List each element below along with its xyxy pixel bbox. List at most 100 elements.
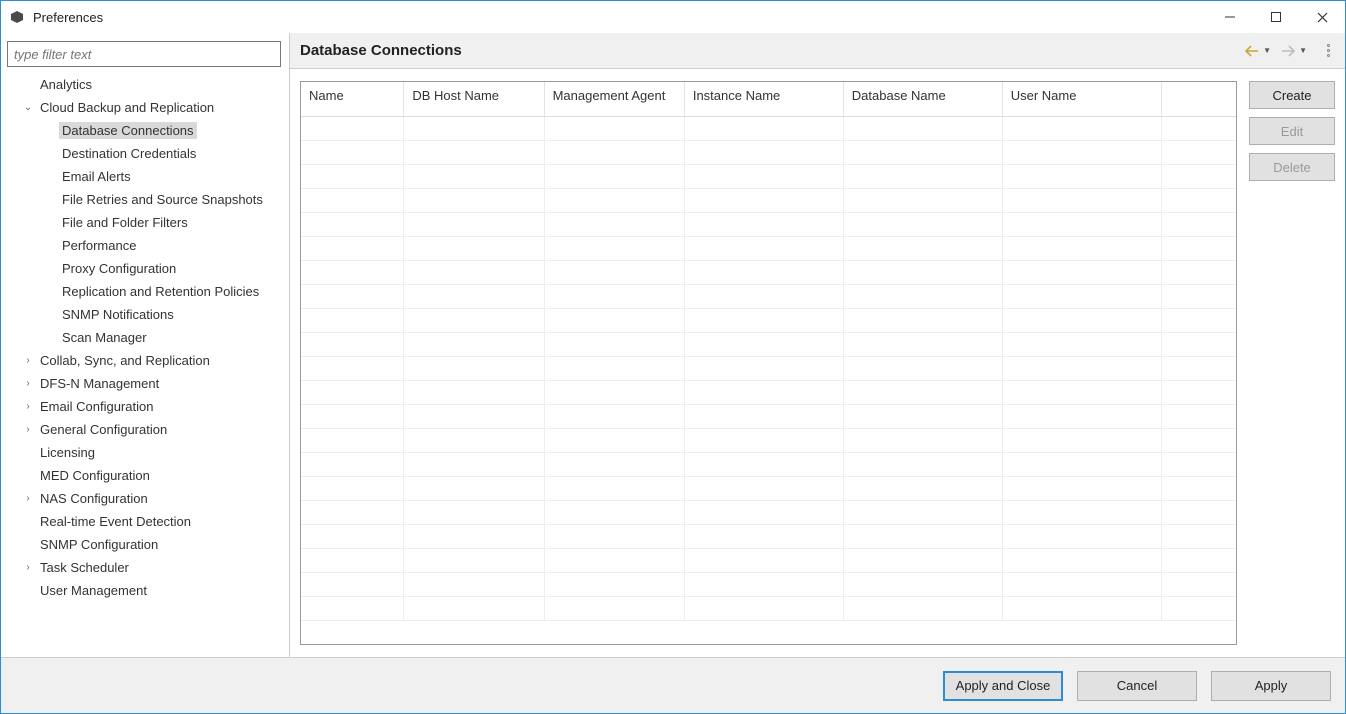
cancel-button[interactable]: Cancel xyxy=(1077,671,1197,701)
tree-item-label: Database Connections xyxy=(59,122,197,139)
chevron-right-icon[interactable]: › xyxy=(21,378,35,389)
tree-item[interactable]: File Retries and Source Snapshots xyxy=(7,188,283,211)
table-row[interactable] xyxy=(301,308,1236,332)
nav-back-icon[interactable] xyxy=(1243,42,1261,60)
sidebar: Analytics⌄Cloud Backup and ReplicationDa… xyxy=(1,33,289,657)
tree-item[interactable]: ›Task Scheduler xyxy=(7,556,283,579)
tree-item[interactable]: Proxy Configuration xyxy=(7,257,283,280)
table-row[interactable] xyxy=(301,404,1236,428)
table-row[interactable] xyxy=(301,140,1236,164)
tree-item-label: General Configuration xyxy=(37,421,170,438)
column-header[interactable]: User Name xyxy=(1002,82,1161,116)
chevron-right-icon[interactable]: › xyxy=(21,493,35,504)
tree-item-label: Scan Manager xyxy=(59,329,150,346)
table-row[interactable] xyxy=(301,572,1236,596)
tree-item[interactable]: Replication and Retention Policies xyxy=(7,280,283,303)
preferences-tree[interactable]: Analytics⌄Cloud Backup and ReplicationDa… xyxy=(7,73,283,649)
table-row[interactable] xyxy=(301,524,1236,548)
tree-item[interactable]: ›NAS Configuration xyxy=(7,487,283,510)
maximize-button[interactable] xyxy=(1253,1,1299,33)
tree-item[interactable]: Licensing xyxy=(7,441,283,464)
page-title: Database Connections xyxy=(300,42,462,59)
apply-and-close-button[interactable]: Apply and Close xyxy=(943,671,1063,701)
create-button[interactable]: Create xyxy=(1249,81,1335,109)
content-area: Database Connections ▼ ▼ NameDB Host Nam… xyxy=(289,33,1345,657)
tree-item-label: NAS Configuration xyxy=(37,490,151,507)
nav-forward-icon[interactable] xyxy=(1279,42,1297,60)
table-row[interactable] xyxy=(301,212,1236,236)
tree-item[interactable]: User Management xyxy=(7,579,283,602)
table-row[interactable] xyxy=(301,188,1236,212)
connections-table[interactable]: NameDB Host NameManagement AgentInstance… xyxy=(300,81,1237,645)
table-row[interactable] xyxy=(301,116,1236,140)
chevron-down-icon[interactable]: ⌄ xyxy=(21,102,35,113)
column-header[interactable] xyxy=(1161,82,1236,116)
view-menu-icon[interactable] xyxy=(1321,42,1335,60)
table-row[interactable] xyxy=(301,548,1236,572)
table-row[interactable] xyxy=(301,452,1236,476)
tree-item[interactable]: Database Connections xyxy=(7,119,283,142)
chevron-right-icon[interactable]: › xyxy=(21,562,35,573)
column-header[interactable]: Management Agent xyxy=(544,82,684,116)
table-row[interactable] xyxy=(301,596,1236,620)
tree-item[interactable]: ›Collab, Sync, and Replication xyxy=(7,349,283,372)
apply-button[interactable]: Apply xyxy=(1211,671,1331,701)
table-row[interactable] xyxy=(301,356,1236,380)
nav-back-menu[interactable]: ▼ xyxy=(1263,46,1271,55)
app-icon xyxy=(9,9,25,25)
tree-item-label: Email Configuration xyxy=(37,398,156,415)
content-header: Database Connections ▼ ▼ xyxy=(290,33,1345,69)
column-header[interactable]: Instance Name xyxy=(684,82,843,116)
minimize-button[interactable] xyxy=(1207,1,1253,33)
tree-item-label: DFS-N Management xyxy=(37,375,162,392)
tree-item-label: Proxy Configuration xyxy=(59,260,179,277)
table-row[interactable] xyxy=(301,164,1236,188)
table-row[interactable] xyxy=(301,284,1236,308)
tree-item-label: Real-time Event Detection xyxy=(37,513,194,530)
table-row[interactable] xyxy=(301,332,1236,356)
tree-item-label: Cloud Backup and Replication xyxy=(37,99,217,116)
table-row[interactable] xyxy=(301,500,1236,524)
window-title: Preferences xyxy=(33,10,103,25)
tree-item-label: Performance xyxy=(59,237,139,254)
tree-item[interactable]: Analytics xyxy=(7,73,283,96)
tree-item[interactable]: ⌄Cloud Backup and Replication xyxy=(7,96,283,119)
edit-button[interactable]: Edit xyxy=(1249,117,1335,145)
table-row[interactable] xyxy=(301,476,1236,500)
table-row[interactable] xyxy=(301,236,1236,260)
table-row[interactable] xyxy=(301,380,1236,404)
tree-item[interactable]: Destination Credentials xyxy=(7,142,283,165)
tree-item-label: MED Configuration xyxy=(37,467,153,484)
tree-item[interactable]: Email Alerts xyxy=(7,165,283,188)
chevron-right-icon[interactable]: › xyxy=(21,355,35,366)
delete-button[interactable]: Delete xyxy=(1249,153,1335,181)
titlebar: Preferences xyxy=(1,1,1345,33)
tree-item[interactable]: SNMP Configuration xyxy=(7,533,283,556)
tree-item[interactable]: ›Email Configuration xyxy=(7,395,283,418)
tree-item[interactable]: MED Configuration xyxy=(7,464,283,487)
tree-item[interactable]: ›DFS-N Management xyxy=(7,372,283,395)
column-header[interactable]: DB Host Name xyxy=(404,82,544,116)
tree-item[interactable]: Performance xyxy=(7,234,283,257)
tree-item-label: Email Alerts xyxy=(59,168,134,185)
table-row[interactable] xyxy=(301,428,1236,452)
tree-item-label: Analytics xyxy=(37,76,95,93)
close-button[interactable] xyxy=(1299,1,1345,33)
tree-item-label: File and Folder Filters xyxy=(59,214,191,231)
tree-item[interactable]: Scan Manager xyxy=(7,326,283,349)
column-header[interactable]: Name xyxy=(301,82,404,116)
table-row[interactable] xyxy=(301,260,1236,284)
chevron-right-icon[interactable]: › xyxy=(21,424,35,435)
dialog-footer: Apply and Close Cancel Apply xyxy=(1,657,1345,713)
chevron-right-icon[interactable]: › xyxy=(21,401,35,412)
tree-item-label: Destination Credentials xyxy=(59,145,199,162)
tree-item-label: Collab, Sync, and Replication xyxy=(37,352,213,369)
table-actions: Create Edit Delete xyxy=(1249,81,1335,645)
tree-item[interactable]: File and Folder Filters xyxy=(7,211,283,234)
tree-item[interactable]: Real-time Event Detection xyxy=(7,510,283,533)
column-header[interactable]: Database Name xyxy=(843,82,1002,116)
tree-item[interactable]: SNMP Notifications xyxy=(7,303,283,326)
tree-item[interactable]: ›General Configuration xyxy=(7,418,283,441)
filter-input[interactable] xyxy=(7,41,281,67)
nav-forward-menu[interactable]: ▼ xyxy=(1299,46,1307,55)
